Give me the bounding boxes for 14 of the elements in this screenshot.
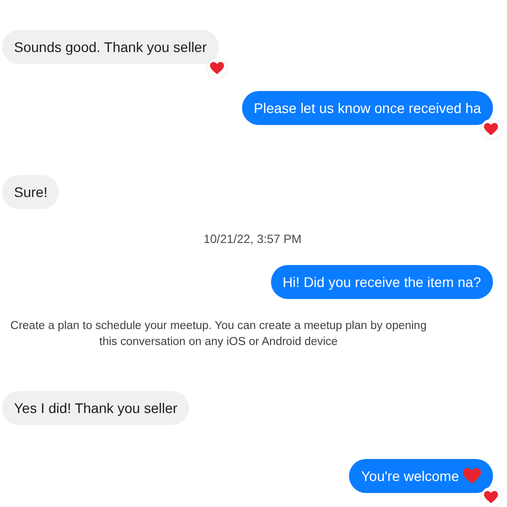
message-text: Sounds good. Thank you seller xyxy=(14,38,207,57)
message-text: Please let us know once received ha xyxy=(254,99,481,118)
heart-icon xyxy=(210,62,224,74)
heart-icon xyxy=(484,490,498,504)
heart-reaction-icon[interactable] xyxy=(206,58,227,78)
heart-reaction-icon[interactable] xyxy=(481,119,501,139)
message-text: Hi! Did you receive the item na? xyxy=(282,273,481,292)
message-text: You're welcome xyxy=(361,467,459,486)
message-text: Sure! xyxy=(14,183,48,202)
meetup-notice: Create a plan to schedule your meetup. You can create a meetup plan by opening this conversation on any iOS or Android device xyxy=(9,319,428,350)
message-text: Yes I did! Thank you seller xyxy=(14,399,178,418)
timestamp: 10/21/22, 3:57 PM xyxy=(203,232,302,246)
heart-reaction-icon[interactable] xyxy=(481,487,501,507)
heart-icon xyxy=(484,122,498,136)
